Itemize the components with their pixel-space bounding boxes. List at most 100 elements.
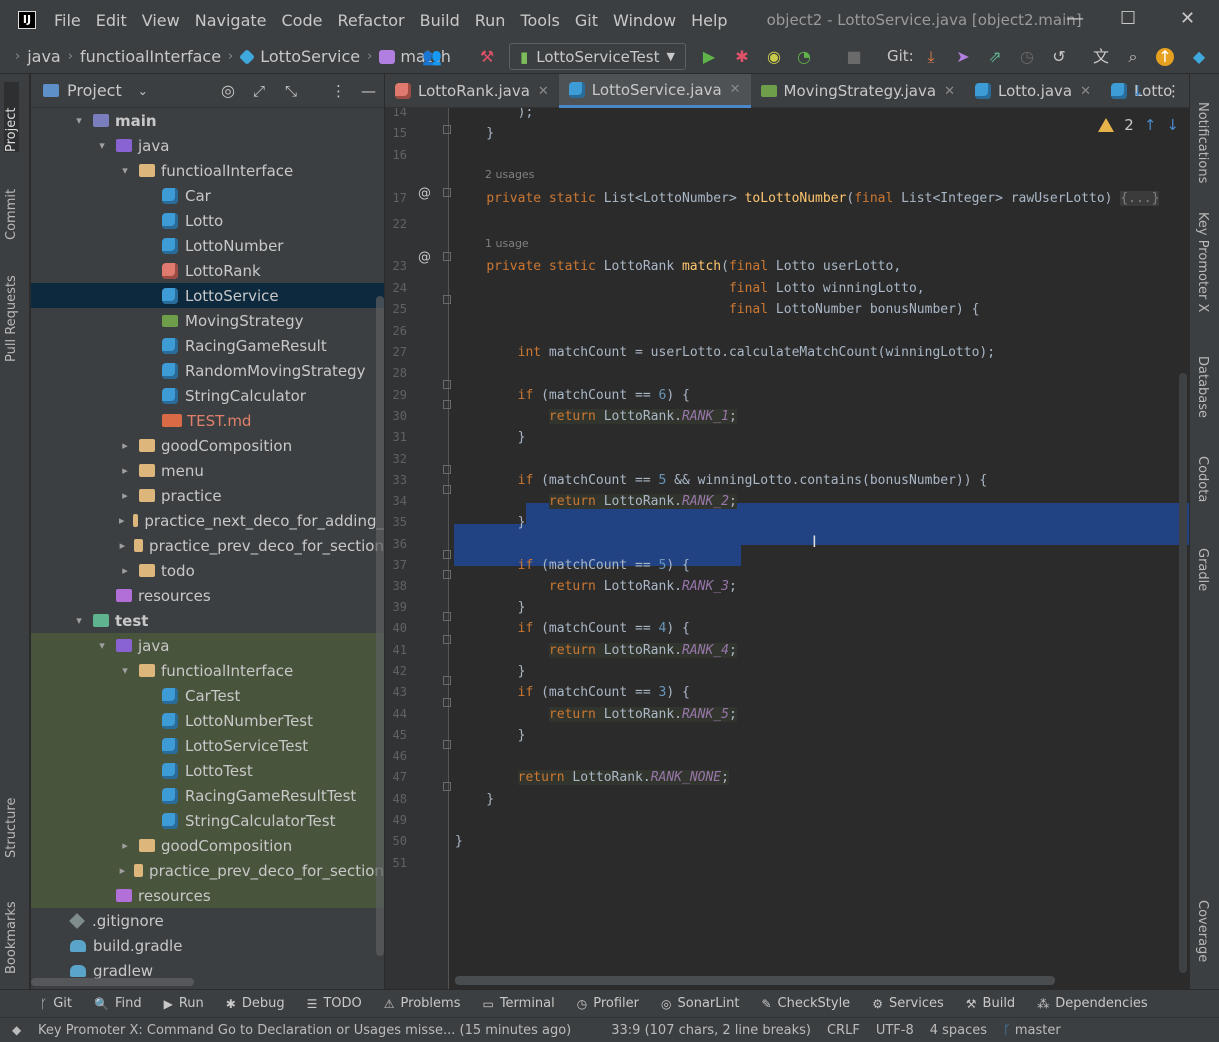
tab-bookmarks[interactable]: Bookmarks (4, 884, 19, 974)
chevron-down-icon[interactable]: ▾ (96, 639, 108, 652)
collapse-all-icon[interactable]: ⤡ (285, 82, 297, 100)
update-icon[interactable]: ↑ (1156, 48, 1174, 66)
line-number[interactable]: 51 (385, 853, 407, 874)
line-number[interactable]: 47 (385, 767, 407, 788)
menu-window[interactable]: Window (613, 11, 676, 30)
tree-item-practice-next-deco-for-adding[interactable]: ▸ practice_next_deco_for_adding_ (31, 508, 384, 533)
tree-item-functioalinterface[interactable]: ▾ functioalInterface (31, 658, 384, 683)
tree-item-racinggameresult[interactable]: RacingGameResult (31, 333, 384, 358)
menu-tools[interactable]: Tools (520, 11, 559, 30)
rollback-icon[interactable]: ↺ (1050, 48, 1068, 66)
profile-icon[interactable]: ◔ (795, 48, 813, 66)
chevron-right-icon[interactable]: ▸ (119, 489, 131, 502)
line-number[interactable]: 50 (385, 831, 407, 852)
line-number[interactable]: 41 (385, 640, 407, 661)
tab-codota[interactable]: Codota (1195, 456, 1210, 502)
tree-item-lotto[interactable]: Lotto (31, 208, 384, 233)
tree-item-lottotest[interactable]: LottoTest (31, 758, 384, 783)
tree-item-car[interactable]: Car (31, 183, 384, 208)
chevron-down-icon[interactable]: ▾ (119, 664, 131, 677)
tree-item-java[interactable]: ▾ java (31, 133, 384, 158)
menu-git[interactable]: Git (575, 11, 598, 30)
run-icon[interactable]: ▶ (700, 48, 718, 66)
editor-horizontal-scrollbar[interactable] (455, 976, 1055, 985)
user-icon[interactable]: 👥 (422, 48, 442, 66)
line-number[interactable]: 23 (385, 256, 407, 277)
tool-problems[interactable]: ⚠ Problems (384, 996, 461, 1011)
line-number[interactable]: 14 (385, 108, 407, 123)
plugin-icon[interactable]: ◆ (1190, 48, 1208, 66)
line-number[interactable]: 42 (385, 661, 407, 682)
menu-file[interactable]: File (54, 11, 81, 30)
tab-structure[interactable]: Structure (4, 778, 19, 858)
line-number[interactable]: 38 (385, 576, 407, 597)
git-commit-icon[interactable]: ➤ (954, 48, 972, 66)
menu-view[interactable]: View (142, 11, 180, 30)
line-number[interactable]: 40 (385, 618, 407, 639)
tree-item-goodcomposition[interactable]: ▸ goodComposition (31, 433, 384, 458)
tool-dependencies[interactable]: ⁂ Dependencies (1037, 996, 1148, 1011)
close-tab-icon[interactable]: ✕ (538, 84, 549, 99)
tree-item-gitignore[interactable]: .gitignore (31, 908, 384, 933)
tree-item-lottonumbertest[interactable]: LottoNumberTest (31, 708, 384, 733)
options-icon[interactable]: ⋮ (331, 82, 346, 100)
editor-tab-lottorank-java[interactable]: LottoRank.java ✕ (385, 74, 559, 108)
tool-debug[interactable]: ✱ Debug (226, 996, 285, 1011)
build-hammer-icon[interactable]: ⚒ (478, 48, 496, 66)
line-number[interactable]: 43 (385, 682, 407, 703)
tool-git[interactable]: ᚴ Git (40, 996, 72, 1011)
close-window-button[interactable]: ✕ (1180, 8, 1195, 29)
line-number[interactable]: 22 (385, 214, 407, 235)
tree-item-cartest[interactable]: CarTest (31, 683, 384, 708)
history-icon[interactable]: ◷ (1018, 48, 1036, 66)
line-number[interactable]: 30 (385, 406, 407, 427)
tab-notifications[interactable]: Notifications (1195, 102, 1210, 183)
tool-terminal[interactable]: ▭ Terminal (482, 996, 554, 1011)
chevron-down-icon[interactable]: ▾ (73, 114, 85, 127)
tab-commit[interactable]: Commit (4, 170, 19, 240)
line-number[interactable]: 16 (385, 145, 407, 166)
line-number[interactable]: 39 (385, 597, 407, 618)
line-number[interactable]: 48 (385, 789, 407, 810)
tree-item-lottorank[interactable]: LottoRank (31, 258, 384, 283)
tree-item-stringcalculator[interactable]: StringCalculator (31, 383, 384, 408)
usage-hint[interactable]: 1 usage (485, 237, 529, 250)
menu-run[interactable]: Run (475, 11, 506, 30)
tree-item-stringcalculatortest[interactable]: StringCalculatorTest (31, 808, 384, 833)
file-encoding[interactable]: UTF-8 (876, 1023, 914, 1038)
tool-todo[interactable]: ☰ TODO (307, 996, 362, 1011)
git-update-icon[interactable]: ⤓ (922, 48, 940, 66)
editor-tab-movingstrategy-java[interactable]: MovingStrategy.java ✕ (751, 74, 965, 108)
tab-key-promoter-x[interactable]: Key Promoter X (1195, 212, 1210, 312)
menu-refactor[interactable]: Refactor (337, 11, 404, 30)
project-panel-title[interactable]: Project (67, 81, 122, 100)
tree-item-functioalinterface[interactable]: ▾ functioalInterface (31, 158, 384, 183)
line-number[interactable]: 27 (385, 342, 407, 363)
chevron-right-icon[interactable]: ▸ (119, 514, 125, 527)
tab-pull-requests[interactable]: Pull Requests (4, 262, 19, 362)
git-push-icon[interactable]: ⇗ (986, 48, 1004, 66)
stop-icon[interactable]: ■ (845, 48, 863, 66)
tree-item-resources[interactable]: resources (31, 583, 384, 608)
git-branch[interactable]: master (1015, 1023, 1061, 1038)
line-separator[interactable]: CRLF (827, 1023, 860, 1038)
chevron-right-icon[interactable]: ▸ (119, 464, 131, 477)
line-number[interactable]: 33 (385, 470, 407, 491)
status-message[interactable]: Key Promoter X: Command Go to Declaratio… (38, 1023, 571, 1038)
menu-build[interactable]: Build (420, 11, 460, 30)
breadcrumb-class[interactable]: LottoService (239, 47, 360, 66)
line-number[interactable]: 34 (385, 491, 407, 512)
chevron-down-icon[interactable]: ⌄ (138, 84, 148, 98)
tool-checkstyle[interactable]: ✎ CheckStyle (761, 996, 850, 1011)
tool-services[interactable]: ⚙ Services (872, 996, 944, 1011)
hide-icon[interactable]: — (361, 82, 376, 100)
tool-find[interactable]: 🔍 Find (94, 996, 142, 1011)
tool-profiler[interactable]: ◷ Profiler (577, 996, 639, 1011)
line-number[interactable]: 45 (385, 725, 407, 746)
menu-code[interactable]: Code (282, 11, 323, 30)
tree-item-todo[interactable]: ▸ todo (31, 558, 384, 583)
tree-item-test[interactable]: ▾ test (31, 608, 384, 633)
tree-item-racinggameresulttest[interactable]: RacingGameResultTest (31, 783, 384, 808)
expand-all-icon[interactable]: ⤢ (253, 82, 265, 100)
chevron-down-icon[interactable]: ▾ (73, 614, 85, 627)
